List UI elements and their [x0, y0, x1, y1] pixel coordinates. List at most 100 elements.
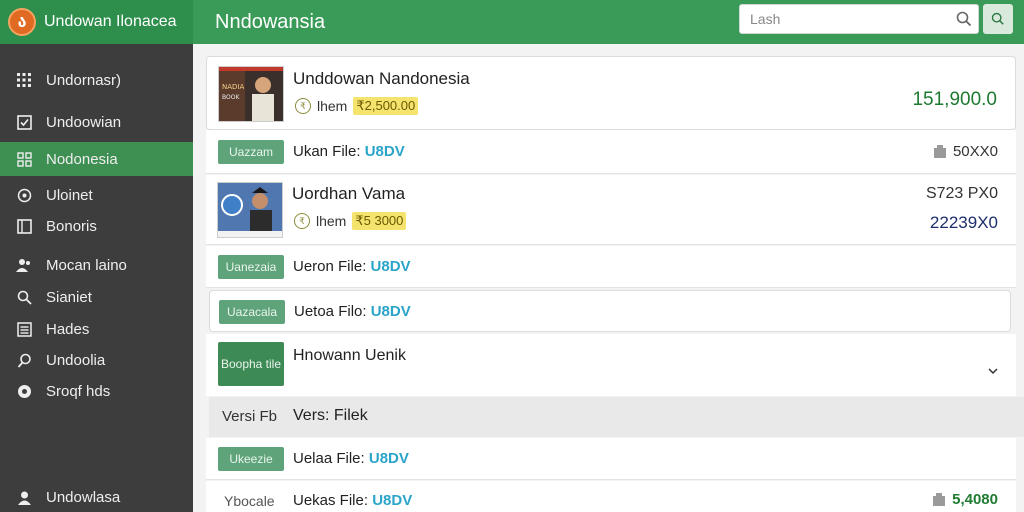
product-title: Unddowan Nandonesia: [293, 69, 470, 88]
coin-icon: ₹: [295, 98, 311, 114]
sidebar-item-3[interactable]: Nodonesia: [0, 142, 193, 176]
page-title: Nndowansia: [215, 10, 326, 33]
archive-icon: [933, 144, 946, 158]
price-badge: ₹2,500.00: [353, 97, 419, 115]
brand-name: Undowan Ilonacea: [44, 13, 177, 30]
file-action-button[interactable]: Uanezaia: [218, 255, 284, 279]
file-label-text: Uekas File:: [293, 492, 373, 509]
pin-icon: [16, 352, 32, 368]
file-row-2[interactable]: Uanezaia Ueron File: U8DV: [206, 246, 1016, 288]
window-icon: [16, 218, 32, 234]
list-icon: [16, 321, 32, 337]
file-action-label[interactable]: Ybocale: [224, 493, 275, 509]
sidebar-item-9[interactable]: Undoolia: [0, 344, 193, 376]
search-button[interactable]: [983, 4, 1013, 34]
product-meta: ₹ lhem ₹5 3000: [294, 212, 407, 230]
price-badge: ₹5 3000: [352, 212, 407, 230]
file-label-text: Ukan File:: [293, 143, 365, 160]
file-label: Uelaa File: U8DV: [293, 450, 409, 467]
sidebar-item-label: Nodonesia: [46, 150, 118, 168]
product-row-2[interactable]: Uordhan Vama ₹ lhem ₹5 3000 S723 PX0 222…: [206, 175, 1016, 245]
top-bar: ა Undowan Ilonacea Nndowansia: [0, 0, 1024, 44]
chevron-down-icon[interactable]: [988, 362, 998, 380]
main-content: NADIA BOOK Unddowan Nandonesia ₹ lhem ₹2,…: [193, 44, 1024, 512]
sidebar-item-label: Mocan laino: [46, 256, 127, 274]
file-stat-value: 5,4080: [952, 491, 998, 508]
file-action-button[interactable]: Uazzam: [218, 140, 284, 164]
sidebar-item-7[interactable]: Sianiet: [0, 281, 193, 313]
version-left-label: Versi Fb: [222, 408, 278, 425]
product-amount-secondary: S723 PX0: [925, 185, 998, 202]
sidebar-item-label: Bonoris: [46, 217, 97, 235]
file-label-text: Ueron File:: [293, 258, 371, 275]
people-icon: [16, 257, 32, 273]
product-thumbnail-2[interactable]: [217, 182, 283, 238]
svg-text:NADIA: NADIA: [222, 83, 244, 91]
file-label-text: Uelaa File:: [293, 450, 369, 467]
file-value[interactable]: U8DV: [369, 450, 409, 467]
sidebar-item-5[interactable]: Bonoris: [0, 210, 193, 242]
file-label: Uekas File: U8DV: [293, 492, 412, 509]
sidebar-item-1[interactable]: Undornasr): [0, 64, 193, 96]
file-label: Uetoa Filo: U8DV: [294, 303, 411, 320]
expand-title: Hnowann Uenik: [293, 347, 406, 364]
svg-text:BOOK: BOOK: [222, 94, 240, 101]
checkbox-icon: [16, 114, 32, 130]
file-row-1[interactable]: Uazzam Ukan File: U8DV 50XX0: [206, 130, 1016, 174]
shield-icon: [16, 383, 32, 399]
product-meta: ₹ lhem ₹2,500.00: [295, 97, 419, 115]
file-action-button[interactable]: Ukeezie: [218, 447, 284, 471]
expandable-row[interactable]: Boopha tile Hnowann Uenik: [206, 334, 1016, 396]
sidebar-item-label: Undoowian: [46, 113, 122, 131]
clock-icon: [16, 187, 32, 203]
sidebar-footer-label: Undowlasa: [46, 488, 121, 506]
coin-icon: ₹: [294, 213, 310, 229]
sidebar-item-label: Undornasr): [46, 71, 122, 89]
file-value[interactable]: U8DV: [365, 143, 405, 160]
file-row-4[interactable]: Ukeezie Uelaa File: U8DV: [206, 438, 1016, 480]
sidebar-item-10[interactable]: Sroqf hds: [0, 375, 193, 407]
file-stat: 50XX0: [933, 143, 998, 160]
product-thumbnail-1[interactable]: NADIA BOOK: [218, 66, 284, 122]
file-label-text: Uetoa Filo:: [294, 303, 371, 320]
sidebar-item-6[interactable]: Mocan laino: [0, 249, 193, 281]
item-label: lhem: [317, 98, 348, 114]
sidebar-item-label: Uloinet: [46, 186, 93, 204]
file-action-button[interactable]: Uazacala: [219, 300, 285, 324]
sidebar-item-4[interactable]: Uloinet: [0, 179, 193, 211]
product-amount: 151,900.0: [912, 89, 997, 110]
search-input[interactable]: [740, 11, 950, 27]
file-stat-value: 50XX0: [952, 143, 998, 160]
brand[interactable]: ა Undowan Ilonacea: [0, 0, 193, 44]
product-row-1[interactable]: NADIA BOOK Unddowan Nandonesia ₹ lhem ₹2,…: [206, 56, 1016, 130]
search-button-icon: [991, 12, 1004, 25]
archive-icon: [933, 492, 946, 506]
file-label: Ueron File: U8DV: [293, 258, 411, 275]
sidebar: Undornasr) Undoowian Nodonesia Uloinet B…: [0, 44, 193, 512]
file-stat: 5,4080: [932, 491, 998, 508]
sidebar-item-2[interactable]: Undoowian: [0, 106, 193, 138]
search-icon: [16, 289, 32, 305]
sidebar-item-8[interactable]: Hades: [0, 313, 193, 345]
file-label: Ukan File: U8DV: [293, 143, 405, 160]
sidebar-footer-item[interactable]: Undowlasa: [0, 481, 193, 512]
user-icon: [16, 489, 32, 505]
sidebar-item-label: Sianiet: [46, 288, 92, 306]
item-label: lhem: [316, 213, 347, 229]
brand-logo-icon: ა: [8, 8, 36, 36]
file-value[interactable]: U8DV: [371, 258, 411, 275]
sidebar-item-label: Hades: [46, 320, 90, 338]
search-icon[interactable]: [950, 11, 978, 27]
sidebar-item-label: Sroqf hds: [46, 382, 111, 400]
file-value[interactable]: U8DV: [372, 492, 412, 509]
file-row-3[interactable]: Uazacala Uetoa Filo: U8DV: [209, 290, 1011, 332]
expand-action-button[interactable]: Boopha tile: [218, 342, 284, 386]
sidebar-item-label: Undoolia: [46, 351, 106, 369]
file-row-5[interactable]: Ybocale Uekas File: U8DV 5,4080: [206, 481, 1016, 512]
header: Nndowansia: [193, 0, 1024, 44]
file-value[interactable]: U8DV: [371, 303, 411, 320]
version-row[interactable]: Versi Fb Vers: Filek: [209, 397, 1024, 437]
product-title: Uordhan Vama: [292, 184, 406, 203]
apps-icon: [16, 151, 32, 167]
search-box[interactable]: [739, 4, 979, 34]
